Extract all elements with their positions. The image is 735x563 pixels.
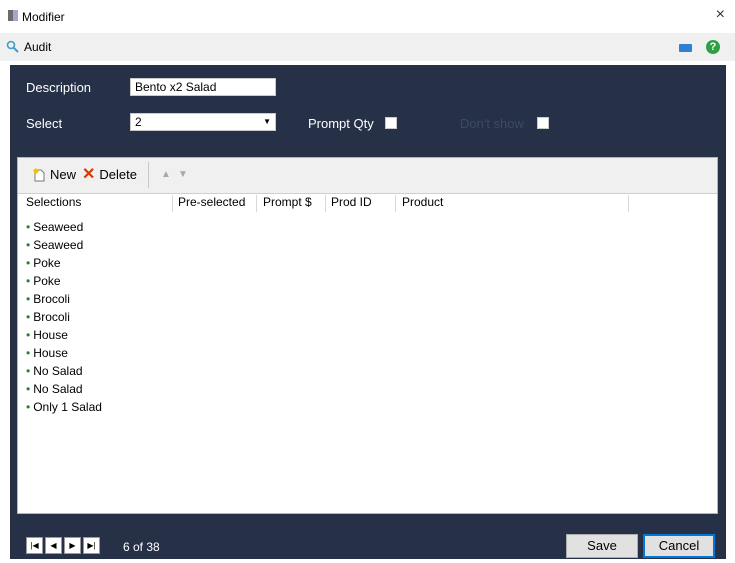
sub-toolbar: Audit ? [0, 33, 735, 61]
delete-label: Delete [99, 167, 137, 182]
list-item-label: Seaweed [33, 220, 84, 234]
column-divider [256, 195, 257, 212]
keyboard-icon[interactable] [679, 44, 692, 52]
app-icon [8, 10, 18, 21]
list-item[interactable]: • Seaweed [26, 218, 102, 236]
select-dropdown[interactable]: 2 ▼ [130, 113, 276, 131]
save-button[interactable]: Save [566, 534, 638, 558]
column-header-pre-selected[interactable]: Pre-selected [178, 195, 245, 211]
select-value: 2 [135, 115, 142, 129]
column-header-prod-id[interactable]: Prod ID [331, 195, 372, 211]
help-icon[interactable]: ? [706, 40, 720, 54]
prompt-qty-label: Prompt Qty [308, 116, 374, 131]
new-button[interactable]: New [32, 167, 76, 182]
list-item-label: Brocoli [33, 310, 70, 324]
column-divider [395, 195, 396, 212]
title-bar: Modifier × [0, 0, 735, 33]
new-icon [33, 168, 45, 181]
list-item[interactable]: • No Salad [26, 380, 102, 398]
list-item[interactable]: • Brocoli [26, 290, 102, 308]
column-header-product[interactable]: Product [402, 195, 443, 211]
list-item-label: House [33, 346, 68, 360]
window-title: Modifier [22, 10, 65, 24]
list-item[interactable]: • Brocoli [26, 308, 102, 326]
audit-icon [6, 40, 19, 53]
list-item[interactable]: • House [26, 344, 102, 362]
delete-button[interactable]: ✕ Delete [82, 165, 137, 183]
description-input[interactable]: Bento x2 Salad [130, 78, 276, 96]
list-item-label: Only 1 Salad [33, 400, 102, 414]
audit-label: Audit [24, 40, 52, 54]
selections-list: • Seaweed • Seaweed • Poke • Poke • Brocoli •… [26, 218, 102, 416]
list-item[interactable]: • Poke [26, 272, 102, 290]
list-item-label: Brocoli [33, 292, 70, 306]
next-record-icon[interactable]: ▶ [64, 537, 81, 554]
dont-show-label: Don't show [460, 116, 524, 131]
list-item-label: Seaweed [33, 238, 84, 252]
toolbar-divider [148, 162, 149, 188]
list-item-label: No Salad [33, 364, 83, 378]
column-divider [325, 195, 326, 212]
column-divider [628, 195, 629, 212]
selections-grid: New ✕ Delete ▲ ▼ Selections Pre-selected… [17, 157, 718, 514]
previous-record-icon[interactable]: ◀ [45, 537, 62, 554]
new-label: New [50, 167, 77, 182]
list-item-label: Poke [33, 256, 61, 270]
select-label: Select [26, 116, 63, 131]
first-record-icon[interactable]: |◀ [26, 537, 43, 554]
list-item[interactable]: • Poke [26, 254, 102, 272]
last-record-icon[interactable]: ▶| [83, 537, 100, 554]
list-item[interactable]: • House [26, 326, 102, 344]
grid-toolbar: New ✕ Delete ▲ ▼ [18, 158, 717, 194]
list-item[interactable]: • No Salad [26, 362, 102, 380]
delete-icon: ✕ [82, 165, 96, 183]
prompt-qty-checkbox[interactable] [385, 117, 397, 129]
list-item[interactable]: • Seaweed [26, 236, 102, 254]
list-item-label: Poke [33, 274, 61, 288]
close-icon[interactable]: × [716, 6, 725, 24]
record-count: 6 of 38 [123, 540, 160, 554]
move-up-icon[interactable]: ▲ [161, 169, 171, 180]
move-down-icon[interactable]: ▼ [178, 169, 188, 180]
column-divider [172, 195, 173, 212]
column-header-selections[interactable]: Selections [26, 195, 81, 211]
list-item-label: No Salad [33, 382, 83, 396]
list-item-label: House [33, 328, 68, 342]
audit-button[interactable]: Audit [6, 39, 51, 55]
cancel-button[interactable]: Cancel [643, 534, 715, 558]
list-item[interactable]: • Only 1 Salad [26, 398, 102, 416]
record-pager: |◀ ◀ ▶ ▶| [26, 537, 102, 554]
chevron-down-icon: ▼ [263, 117, 271, 126]
description-label: Description [26, 80, 92, 95]
dont-show-checkbox[interactable] [537, 117, 549, 129]
column-header-prompt[interactable]: Prompt $ [263, 195, 312, 211]
